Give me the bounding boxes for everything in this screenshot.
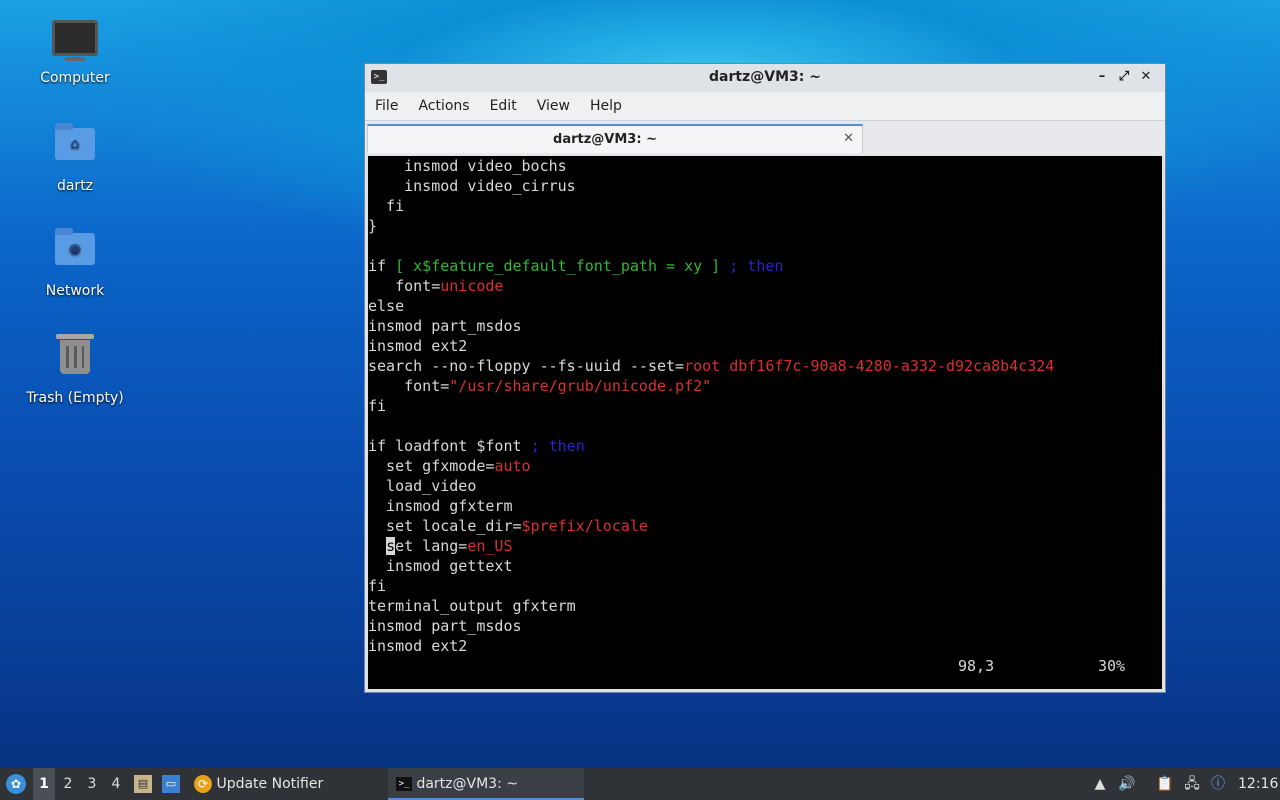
desktop-icon-trash[interactable]: Trash (Empty): [20, 330, 130, 406]
menu-edit[interactable]: Edit: [480, 92, 527, 114]
menubar: File Actions Edit View Help: [365, 92, 1165, 121]
terminal-window: >_ dartz@VM3: ~ – ⤢ ✕ File Actions Edit View H…: [364, 63, 1166, 693]
home-folder-icon: ⌂: [52, 123, 98, 174]
notification-icon[interactable]: ⓘ: [1209, 775, 1227, 793]
tab-terminal[interactable]: dartz@VM3: ~ ✕: [367, 124, 863, 153]
tab-bar: dartz@VM3: ~ ✕: [365, 121, 1165, 155]
desktop-icon-label: Network: [45, 283, 105, 299]
desktop-icon-label: dartz: [56, 178, 94, 194]
minimize-icon[interactable]: –: [1091, 69, 1113, 84]
window-titlebar[interactable]: >_ dartz@VM3: ~ – ⤢ ✕: [365, 64, 1165, 92]
trash-icon: [52, 334, 98, 386]
workspace-3[interactable]: 3: [81, 768, 103, 800]
task-label: dartz@VM3: ~: [416, 776, 518, 792]
terminal-icon: >_: [396, 777, 412, 791]
desktop-icon-home[interactable]: ⌂ dartz: [20, 120, 130, 194]
update-notifier-icon: ⟳: [194, 775, 212, 793]
start-menu-icon[interactable]: ✿: [6, 774, 26, 794]
workspace-2[interactable]: 2: [57, 768, 79, 800]
desktop-icon-computer[interactable]: Computer: [20, 14, 130, 86]
task-terminal[interactable]: >_ dartz@VM3: ~: [388, 768, 584, 800]
close-icon[interactable]: ✕: [1135, 69, 1157, 84]
taskbar: ✿ 1 2 3 4 ▤ ▭ ⟳ Update Notifier >_ dartz…: [0, 768, 1280, 800]
volume-icon[interactable]: 🔊: [1118, 775, 1136, 793]
clock[interactable]: 12:16: [1238, 768, 1278, 800]
task-update-notifier[interactable]: ⟳ Update Notifier: [194, 768, 374, 800]
file-manager-icon[interactable]: ▤: [134, 775, 152, 793]
terminal-output[interactable]: insmod video_bochs insmod video_cirrus f…: [368, 156, 1162, 689]
text-cursor: s: [386, 537, 396, 555]
desktop-icon-label: Trash (Empty): [26, 390, 124, 406]
maximize-icon[interactable]: ⤢: [1113, 69, 1135, 84]
show-desktop-icon[interactable]: ▭: [162, 775, 180, 793]
tray-expand-icon[interactable]: ▲: [1091, 775, 1109, 793]
tab-title: dartz@VM3: ~: [553, 132, 657, 147]
menu-actions[interactable]: Actions: [408, 92, 479, 114]
workspace-1[interactable]: 1: [33, 768, 55, 800]
clipboard-icon[interactable]: 📋: [1156, 775, 1174, 793]
task-label: Update Notifier: [216, 776, 324, 792]
tab-close-icon[interactable]: ✕: [843, 131, 854, 146]
desktop-icon-label: Computer: [40, 70, 110, 86]
window-title: dartz@VM3: ~: [709, 69, 821, 85]
workspace-4[interactable]: 4: [105, 768, 127, 800]
network-icon[interactable]: 🖧: [1183, 775, 1201, 793]
menu-file[interactable]: File: [365, 92, 408, 114]
menu-help[interactable]: Help: [580, 92, 632, 114]
cursor-position: 98,3: [958, 657, 995, 675]
network-folder-icon: ◉: [52, 228, 98, 279]
menu-view[interactable]: View: [527, 92, 580, 114]
desktop-icon-network[interactable]: ◉ Network: [20, 225, 130, 299]
file-percent: 30%: [1098, 657, 1126, 675]
terminal-text: insmod video_bochs insmod video_cirrus f…: [368, 157, 1055, 655]
computer-icon: [52, 20, 98, 66]
